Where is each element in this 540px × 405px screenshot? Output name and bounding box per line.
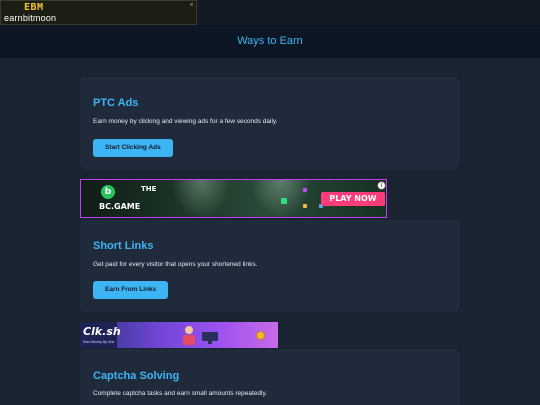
page-header: Ways to Earn	[0, 25, 540, 58]
stadium-light	[171, 180, 231, 217]
top-bar: EBM earnbitmoon ×	[0, 0, 540, 25]
gem-icon	[303, 204, 307, 208]
card-description: Get paid for every visitor that opens yo…	[93, 261, 258, 268]
ad-brand: BC.GAME	[99, 202, 141, 211]
gem-icon	[303, 188, 307, 192]
gem-icon	[281, 198, 287, 204]
clk-sh-ad-banner[interactable]: Clk.sh Earn Money By Urls	[80, 322, 278, 348]
bc-game-logo-icon: b	[101, 185, 115, 199]
card-title: PTC Ads	[93, 97, 139, 109]
card-title: Captcha Solving	[93, 370, 180, 382]
earn-card-captcha-solving: Captcha Solving Complete captcha tasks a…	[80, 349, 460, 405]
earn-card-short-links: Short Links Get paid for every visitor t…	[80, 220, 460, 312]
close-icon[interactable]: ×	[188, 2, 195, 9]
person-icon	[183, 326, 195, 345]
ad-info-icon[interactable]: i	[377, 181, 386, 190]
coin-icon	[256, 331, 265, 340]
logo-mark: EBM	[24, 2, 44, 13]
ad-brand: Clk.sh	[83, 325, 121, 338]
bc-game-ad-banner[interactable]: b BC.GAME THE PLAY NOW	[80, 179, 387, 218]
logo-text: earnbitmoon	[4, 13, 57, 23]
ad-headline: THE	[141, 185, 157, 193]
card-title: Short Links	[93, 240, 154, 252]
monitor-icon	[202, 332, 218, 344]
clk-logo-box: Clk.sh Earn Money By Urls	[80, 322, 121, 348]
play-now-button[interactable]: PLAY NOW	[321, 192, 385, 206]
card-description: Complete captcha tasks and earn small am…	[93, 390, 268, 397]
page-title: Ways to Earn	[237, 35, 303, 47]
card-description: Earn money by clicking and viewing ads f…	[93, 118, 278, 125]
earn-card-ptc-ads: PTC Ads Earn money by clicking and viewi…	[80, 77, 460, 169]
earnbitmoon-banner[interactable]: EBM earnbitmoon ×	[0, 0, 197, 25]
earn-from-links-button[interactable]: Earn From Links	[93, 281, 169, 299]
ad-tagline: Earn Money By Urls	[83, 340, 115, 344]
start-clicking-ads-button[interactable]: Start Clicking Ads	[93, 139, 173, 157]
